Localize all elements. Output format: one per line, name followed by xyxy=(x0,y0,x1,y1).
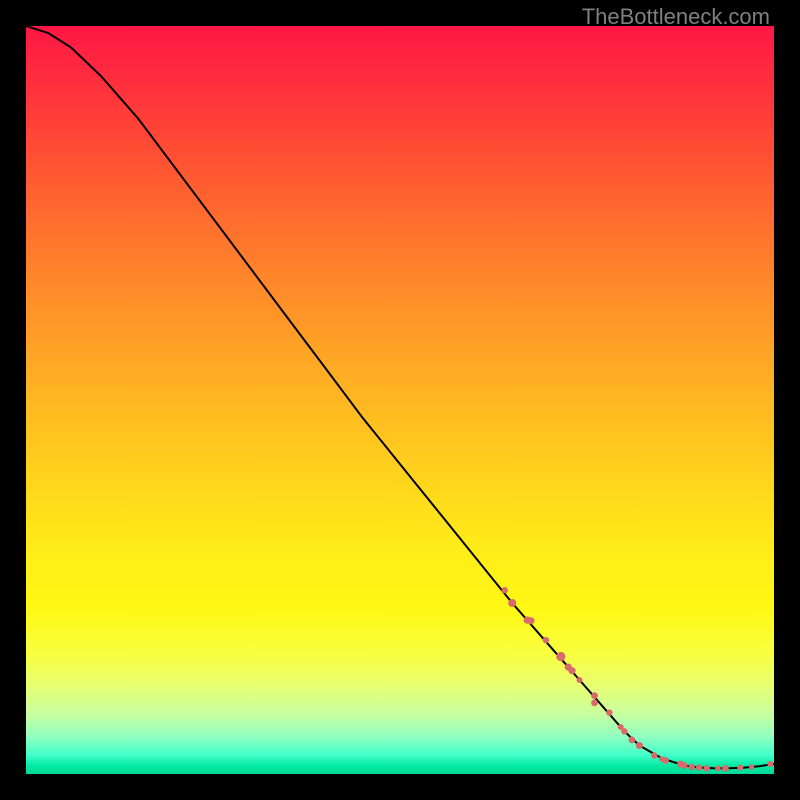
data-point xyxy=(749,764,754,769)
data-point xyxy=(636,742,643,749)
data-point xyxy=(543,637,549,643)
data-point xyxy=(662,757,669,764)
data-point xyxy=(651,752,657,758)
chart-overlay xyxy=(26,26,774,774)
curve-line xyxy=(26,26,774,768)
data-point xyxy=(502,587,508,593)
data-point xyxy=(508,599,516,607)
data-point xyxy=(681,762,688,769)
data-point xyxy=(696,764,702,770)
plot-area xyxy=(26,26,774,774)
data-point xyxy=(704,765,710,771)
attribution-text: TheBottleneck.com xyxy=(582,4,770,30)
data-point xyxy=(556,652,565,661)
data-point xyxy=(722,765,729,772)
data-point xyxy=(591,699,598,706)
data-point xyxy=(629,736,636,743)
data-point xyxy=(577,677,583,683)
data-point xyxy=(606,710,612,716)
data-point xyxy=(621,728,627,734)
data-point xyxy=(568,667,575,674)
data-markers xyxy=(502,587,774,772)
data-point xyxy=(689,764,695,770)
data-point xyxy=(767,761,773,767)
data-point xyxy=(527,617,534,624)
data-point xyxy=(715,766,721,772)
data-point xyxy=(737,765,743,771)
data-point xyxy=(591,692,598,699)
